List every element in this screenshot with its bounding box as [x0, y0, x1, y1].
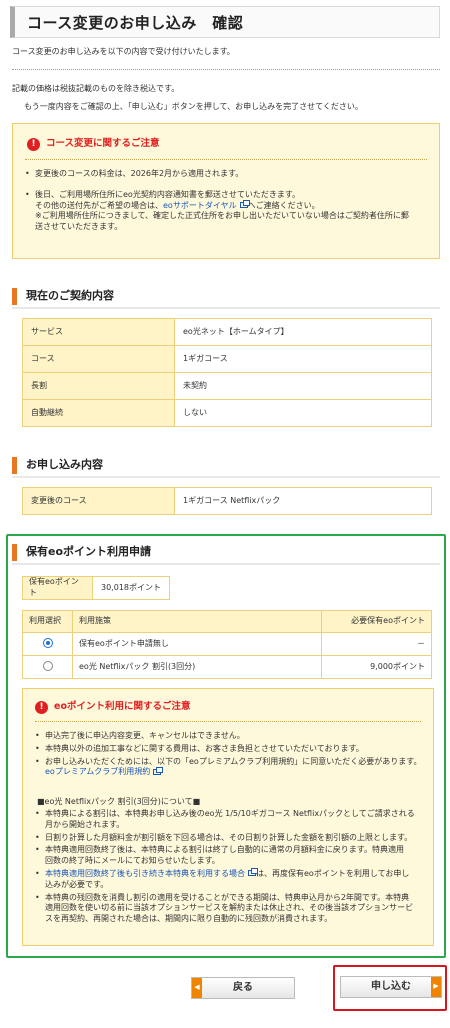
application-heading: お申し込み内容 — [12, 454, 440, 478]
warning-icon: ! — [27, 138, 40, 151]
held-points-value: 30,018ポイント — [93, 577, 169, 599]
notice-list: 変更後のコースの料金は、2026年2月から適用されます。 後日、ご利用場所住所に… — [25, 169, 429, 237]
continue-benefit-link[interactable]: 本特典適用回数終了後も引き続き本特典を利用する場合 — [45, 869, 245, 878]
option-required-points: 9,000ポイント — [321, 655, 432, 679]
section-accent-bar — [12, 288, 17, 305]
option-label: eo光 Netflixパック 割引(3回分) — [72, 655, 322, 679]
page-title: コース変更のお申し込み 確認 — [27, 14, 244, 32]
section-accent-bar — [12, 544, 17, 561]
notice-item: 本特典による割引は、本特典お申し込み後のeo光 1/5/10ギガコース Netf… — [35, 809, 423, 831]
section-accent-bar — [12, 457, 17, 474]
notice-item: 本特典の残回数を消費し割引の適用を受けることができる期間は、特典申込月から2年間… — [35, 893, 423, 925]
apply-button[interactable]: 申し込む ▶ — [340, 976, 442, 998]
warning-icon: ! — [35, 701, 48, 714]
course-change-notice: ! コース変更に関するご注意 変更後のコースの料金は、2026年2月から適用され… — [12, 123, 440, 259]
points-heading: 保有eoポイント利用申請 — [12, 541, 440, 565]
notice-item: 本特典適用回数終了後も引き続き本特典を利用する場合は、再度保有eoポイントを利用… — [35, 868, 423, 891]
section-title: お申し込み内容 — [26, 458, 103, 471]
table-row: 変更後のコース 1ギガコース Netflixパック — [22, 487, 432, 515]
back-button[interactable]: ◀ 戻る — [191, 977, 295, 999]
option-label: 保有eoポイント申請無し — [72, 632, 322, 656]
option-radio-none[interactable] — [42, 638, 53, 649]
notice-separator — [35, 721, 421, 722]
table-row: 長割 未契約 — [22, 372, 432, 400]
notice-title: コース変更に関するご注意 — [46, 138, 160, 150]
notice-list: 申込完了後に申込内容変更、キャンセルはできません。 本特典以外の追加工事などに関… — [35, 731, 423, 782]
option-row[interactable]: 保有eoポイント申請無し － — [22, 632, 432, 656]
current-contract-heading: 現在のご契約内容 — [12, 285, 440, 309]
intro-text: コース変更のお申し込みを以下の内容で受け付けいたします。 — [12, 47, 235, 56]
premium-club-terms-link[interactable]: eoプレミアムクラブ利用規約 — [45, 767, 150, 776]
held-points: 保有eoポイント 30,018ポイント — [22, 576, 170, 600]
chevron-right-icon: ▶ — [431, 977, 441, 997]
apply-button-label: 申し込む — [371, 981, 411, 993]
table-row: 自動継続 しない — [22, 399, 432, 427]
notice-item: 変更後のコースの料金は、2026年2月から適用されます。 — [25, 169, 429, 180]
option-row[interactable]: eo光 Netflixパック 割引(3回分) 9,000ポイント — [22, 655, 432, 679]
netflix-discount-subhead: ■eo光 Netflixパック 割引(3回分)について■ — [37, 797, 201, 806]
section-title: 保有eoポイント利用申請 — [26, 545, 152, 558]
notice-title: eoポイント利用に関するご注意 — [54, 701, 191, 713]
held-points-label: 保有eoポイント — [23, 577, 93, 599]
table-row: サービス eo光ネット【ホームタイプ】 — [22, 318, 432, 346]
points-options-table: 利用選択 利用施策 必要保有eoポイント 保有eoポイント申請無し － eo光 … — [22, 610, 432, 679]
option-required-points: － — [321, 632, 432, 656]
external-link-icon — [239, 200, 250, 209]
table-row: コース 1ギガコース — [22, 345, 432, 373]
back-button-label: 戻る — [233, 982, 253, 994]
notice-separator — [25, 159, 427, 160]
notice-item: 日割り計算した月額料金が割引額を下回る場合は、その日割り計算した金額を割引額の上… — [35, 833, 423, 844]
tax-note: 記載の価格は税抜記載のものを除き税込です。 — [12, 84, 180, 93]
table-header-row: 利用選択 利用施策 必要保有eoポイント — [22, 610, 432, 633]
page-header: コース変更のお申し込み 確認 — [10, 6, 440, 38]
external-link-icon — [248, 868, 258, 877]
netflix-notice-list: 本特典による割引は、本特典お申し込み後のeo光 1/5/10ギガコース Netf… — [35, 809, 423, 929]
notice-item: 申込完了後に申込内容変更、キャンセルはできません。 — [35, 731, 423, 742]
confirm-instruction: もう一度内容をご確認の上、「申し込む」ボタンを押して、お申し込みを完了させてくだ… — [24, 102, 363, 111]
points-notice: ! eoポイント利用に関するご注意 申込完了後に申込内容変更、キャンセルはできま… — [22, 688, 434, 946]
notice-item: 本特典以外の追加工事などに関する費用は、お客さま負担とさせていただいております。 — [35, 744, 423, 755]
notice-header: ! コース変更に関するご注意 — [27, 138, 160, 151]
external-link-icon — [153, 766, 164, 775]
notice-item: 本特典適用回数終了後は、本特典による割引は終了し自動的に通常の月額料金に戻ります… — [35, 845, 423, 867]
section-title: 現在のご契約内容 — [26, 289, 114, 302]
divider — [12, 69, 440, 70]
application-table: 変更後のコース 1ギガコース Netflixパック — [22, 487, 432, 515]
current-contract-table: サービス eo光ネット【ホームタイプ】 コース 1ギガコース 長割 未契約 自動継続し… — [22, 318, 432, 427]
notice-item: お申し込みいただくためには、以下の「eoプレミアムクラブ利用規約」に同意いただく… — [35, 757, 423, 779]
option-radio-netflix[interactable] — [42, 661, 53, 672]
chevron-left-icon: ◀ — [192, 978, 202, 998]
notice-item: 後日、ご利用場所住所にeo光契約内容通知書を郵送させていただきます。 その他の送… — [25, 190, 429, 233]
eo-support-dial-link[interactable]: eoサポートダイヤル — [163, 201, 237, 210]
notice-header: ! eoポイント利用に関するご注意 — [35, 701, 190, 714]
